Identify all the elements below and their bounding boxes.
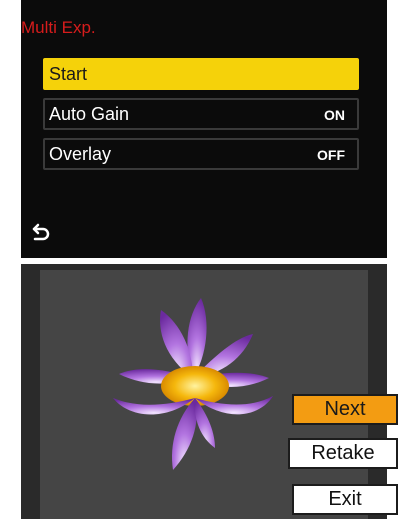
return-arrow-icon[interactable] <box>29 222 51 242</box>
menu-item-label: Auto Gain <box>49 104 130 124</box>
preview-screen <box>21 264 387 519</box>
menu-item-overlay[interactable]: Overlay OFF <box>43 138 359 170</box>
menu-item-label: Start <box>49 64 88 84</box>
multi-exp-menu-screen: Multi Exp. Start Auto Gain ON Overlay OF… <box>21 0 387 258</box>
lotus-flower-icon <box>113 298 273 470</box>
menu-item-start[interactable]: Start <box>43 58 359 90</box>
menu-title: Multi Exp. <box>21 18 96 37</box>
next-button[interactable]: Next <box>292 394 398 425</box>
menu-item-value: ON <box>324 107 345 123</box>
exit-button[interactable]: Exit <box>292 484 398 515</box>
menu-item-value: OFF <box>317 147 345 163</box>
menu-item-label: Overlay <box>49 144 112 164</box>
menu-item-auto-gain[interactable]: Auto Gain ON <box>43 98 359 130</box>
retake-button[interactable]: Retake <box>288 438 398 469</box>
